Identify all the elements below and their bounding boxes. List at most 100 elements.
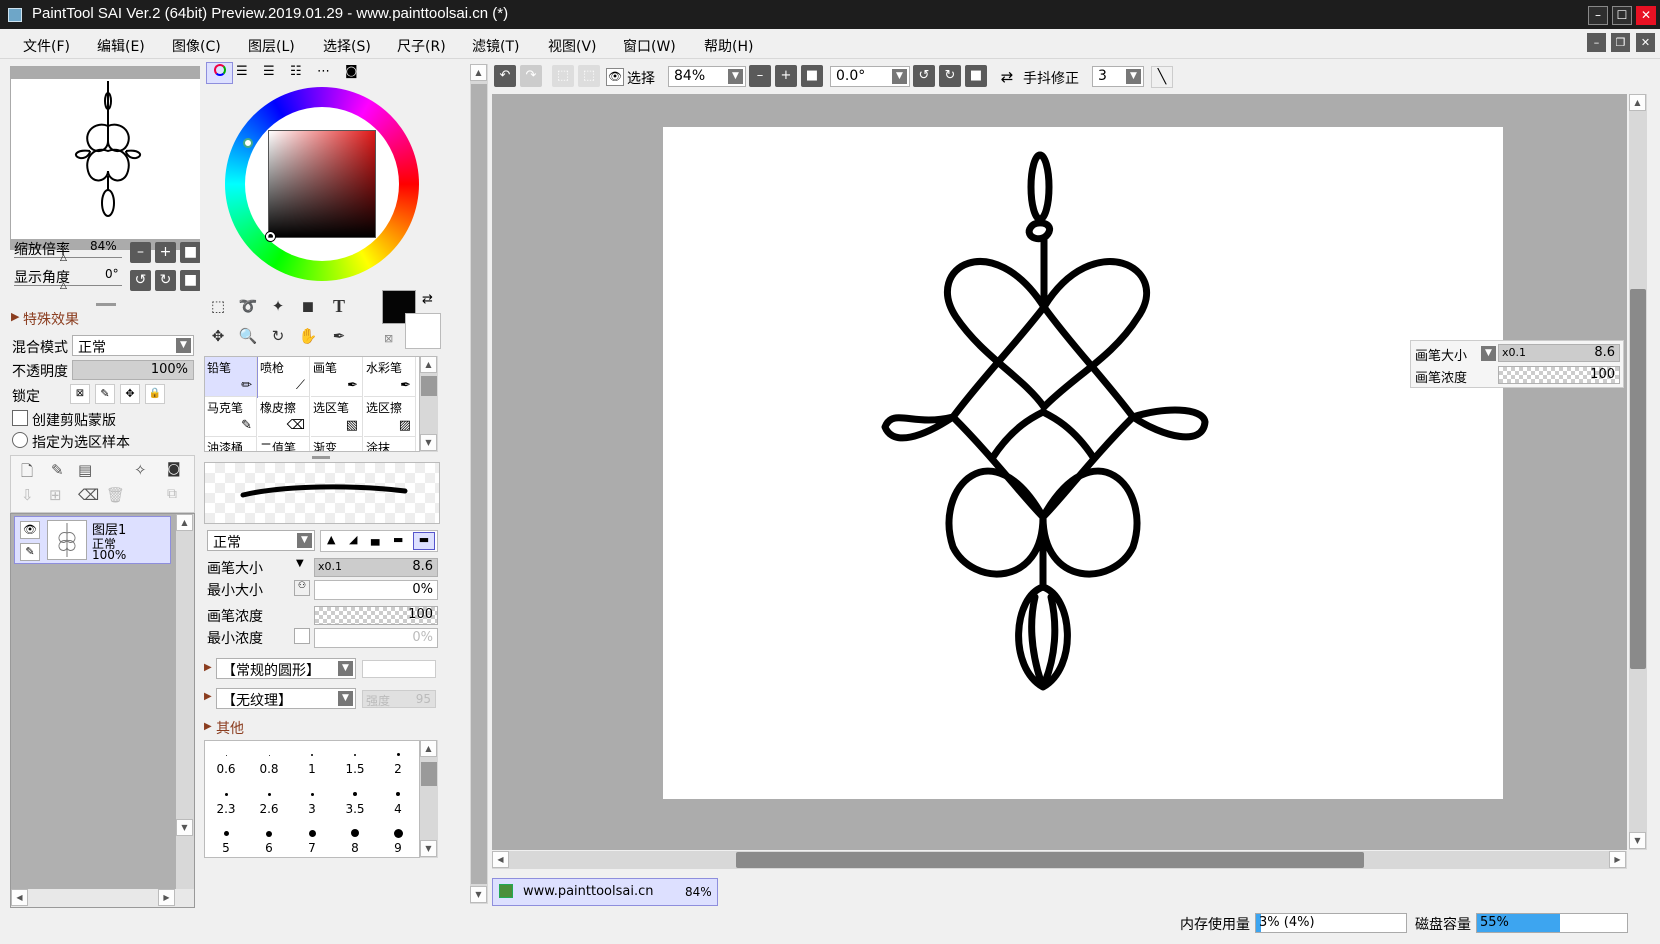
navigator-preview[interactable] <box>10 66 204 250</box>
dot-size-cell[interactable]: 5 <box>205 821 247 857</box>
line-tool-icon[interactable]: ╲ <box>1151 66 1173 88</box>
paint-target-icon[interactable]: ✎ <box>20 543 40 561</box>
dot-size-cell[interactable]: 0.6 <box>205 741 247 781</box>
canvas-viewport[interactable] <box>492 94 1627 850</box>
toolbar-zoom-reset[interactable]: ■ <box>801 65 823 87</box>
menu-help[interactable]: 帮助(H) <box>704 36 753 56</box>
brush-shape-select[interactable]: 【常规的圆形】 ▼ <box>216 658 356 679</box>
angle-slider-thumb[interactable]: △ <box>60 281 67 291</box>
brush-size-slider[interactable]: x0.1 8.6 <box>314 558 438 577</box>
brush-pencil[interactable]: 铅笔 ✏ <box>205 357 258 398</box>
toolbar-rotate-right[interactable]: ↻ <box>939 65 961 87</box>
lock-transparency-icon[interactable]: ⊠ <box>70 384 90 404</box>
density-slider[interactable]: 100 <box>314 606 438 625</box>
pressure-density-checkbox[interactable] <box>294 628 310 644</box>
brush-watercolor[interactable]: 水彩笔 ✒ <box>364 357 416 397</box>
zoom-out-button[interactable]: – <box>130 242 151 263</box>
layer-list-scrollbar[interactable]: ▲ ▼ <box>176 514 194 889</box>
new-layer-icon[interactable]: 🗋 <box>21 461 33 486</box>
canvas-hscrollbar[interactable]: ◀ ▶ <box>492 851 1627 869</box>
rgb-slider-tab-icon[interactable]: ☰ <box>236 64 248 79</box>
sample-radio[interactable] <box>12 432 28 448</box>
hue-picker-handle[interactable] <box>243 138 253 148</box>
pressure-size-icon[interactable]: ⚇ <box>294 580 310 596</box>
lock-paint-icon[interactable]: ✎ <box>95 384 115 404</box>
tip-shape-2-icon[interactable]: ◢ <box>349 533 357 546</box>
zoom-slider-thumb[interactable]: △ <box>60 253 67 263</box>
brush-bucket[interactable]: 油漆桶 <box>205 437 257 451</box>
toolbar-zoom-out[interactable]: – <box>749 65 771 87</box>
menu-edit[interactable]: 编辑(E) <box>97 36 145 56</box>
selection-visibility-icon[interactable]: 👁 <box>606 68 624 86</box>
dot-size-cell[interactable]: 7 <box>291 821 333 857</box>
sv-picker-handle[interactable] <box>266 232 275 241</box>
mdi-minimize-button[interactable]: – <box>1587 33 1606 52</box>
text-tool-icon[interactable]: T <box>325 292 353 320</box>
mdi-close-button[interactable]: ✕ <box>1636 33 1655 52</box>
dot-size-cell[interactable]: 2 <box>377 741 419 781</box>
panel-scrollbar[interactable]: ▲ ▼ <box>470 64 488 904</box>
zoom-tool-icon[interactable]: 🔍 <box>234 322 262 350</box>
menu-layer[interactable]: 图层(L) <box>248 36 295 56</box>
shape-strength-field[interactable] <box>362 660 436 678</box>
menu-select[interactable]: 选择(S) <box>323 36 371 56</box>
brush-eraser[interactable]: 橡皮擦 ⌫ <box>258 397 310 437</box>
min-size-field[interactable]: 0% <box>314 580 438 600</box>
effects-label[interactable]: 特殊效果 <box>23 309 79 329</box>
tip-shape-3-icon[interactable]: ▄ <box>371 533 379 546</box>
dot-size-cell[interactable]: 2.6 <box>248 781 290 821</box>
zoom-select[interactable]: 84% ▼ <box>668 66 746 87</box>
rotate-reset-button[interactable]: ■ <box>180 270 201 291</box>
splitter-handle-2[interactable] <box>312 456 330 459</box>
scratchpad-tab-icon[interactable]: ⋯ <box>317 64 330 79</box>
toolbar-rotate-left[interactable]: ↺ <box>913 65 935 87</box>
brush-smudge[interactable]: 涂抹 <box>364 437 416 451</box>
brush-marker[interactable]: 马克笔 ✎ <box>205 397 257 437</box>
clip-checkbox[interactable] <box>12 410 28 426</box>
secondary-color-swatch[interactable] <box>405 313 441 349</box>
shape-expand-icon[interactable]: ▶ <box>204 662 212 673</box>
redo-button[interactable]: ↷ <box>520 65 542 87</box>
stabilizer-select[interactable]: 3 ▼ <box>1092 66 1144 87</box>
delete-layer-icon[interactable]: 🗑 <box>106 486 125 504</box>
hsv-slider-tab-icon[interactable]: ☰ <box>263 64 275 79</box>
undo-button[interactable]: ↶ <box>494 65 516 87</box>
brush-blend-select[interactable]: 正常 ▼ <box>207 530 315 551</box>
brush-brush[interactable]: 画笔 ✒ <box>311 357 363 397</box>
popup-size-slider[interactable]: x0.1 8.6 <box>1498 344 1620 362</box>
rotate-right-button[interactable]: ↻ <box>155 270 176 291</box>
maximize-button[interactable]: ☐ <box>1612 6 1632 25</box>
apply-mask-icon[interactable]: ⧉ <box>167 486 177 502</box>
visibility-eye-icon[interactable]: 👁 <box>20 521 40 539</box>
brush-binary[interactable]: 二值笔 <box>258 437 310 451</box>
splitter-handle[interactable] <box>96 303 116 306</box>
invert-selection-button[interactable]: ⬚ <box>578 65 600 87</box>
blend-mode-select[interactable]: 正常 ▼ <box>72 335 194 356</box>
rect-select-icon[interactable]: ⬚ <box>204 292 232 320</box>
swatch-tab-icon[interactable]: ☷ <box>290 64 302 79</box>
toolbar-zoom-in[interactable]: + <box>775 65 797 87</box>
toolbar-rotate-reset[interactable]: ■ <box>965 65 987 87</box>
dot-size-cell[interactable]: 1 <box>291 741 333 781</box>
rotate-left-button[interactable]: ↺ <box>130 270 151 291</box>
dot-size-cell[interactable]: 4 <box>377 781 419 821</box>
clear-layer-icon[interactable]: ⌫ <box>78 486 99 504</box>
move-icon[interactable]: ✥ <box>204 322 232 350</box>
flip-horizontal-icon[interactable]: ⇄ <box>996 66 1018 88</box>
brush-select-pen[interactable]: 选区笔 ▧ <box>311 397 363 437</box>
document-tab[interactable]: www.painttoolsai.cn 84% <box>492 878 718 906</box>
mix-tab-icon[interactable]: ◙ <box>345 64 358 79</box>
brush-grid-scrollbar[interactable]: ▲ ▼ <box>420 356 438 452</box>
menu-ruler[interactable]: 尺子(R) <box>397 36 446 56</box>
rotate-tool-icon[interactable]: ↻ <box>264 322 292 350</box>
transfer-down-icon[interactable]: ⇩ <box>21 486 34 504</box>
canvas-hscroll-thumb[interactable] <box>736 852 1364 868</box>
menu-image[interactable]: 图像(C) <box>172 36 221 56</box>
deselect-button[interactable]: ⬚ <box>552 65 574 87</box>
hand-icon[interactable]: ✋ <box>294 322 322 350</box>
popup-size-dropdown-icon[interactable]: ▼ <box>1481 346 1496 361</box>
tip-shape-4-icon[interactable]: ▬ <box>393 533 403 546</box>
dot-size-cell[interactable]: 2.3 <box>205 781 247 821</box>
zoom-in-button[interactable]: + <box>155 242 176 263</box>
effects-expand-icon[interactable]: ▶ <box>11 310 19 323</box>
